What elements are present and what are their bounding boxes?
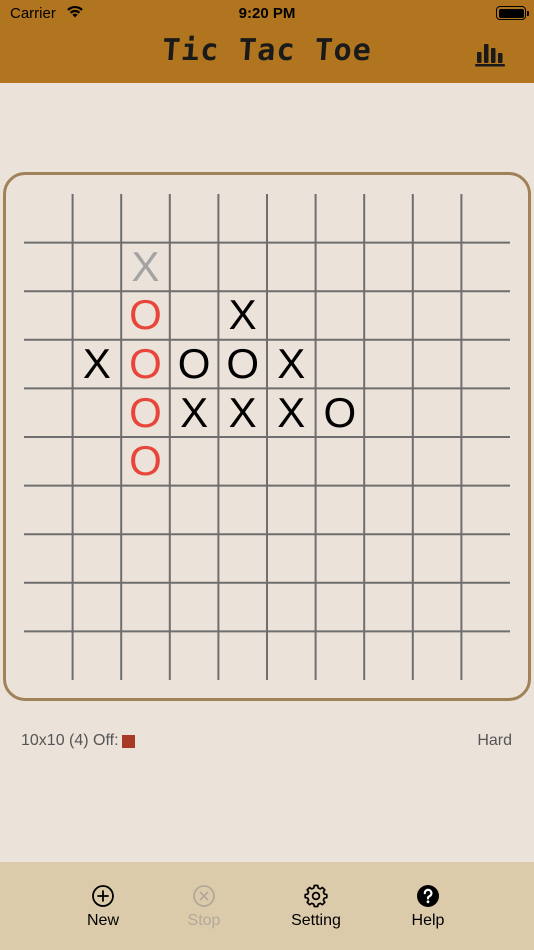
header: Carrier 9:20 PM Tic Tac Toe <box>0 0 534 83</box>
board-piece-x: X <box>228 388 257 436</box>
off-color-swatch <box>121 734 135 748</box>
status-bar: Carrier 9:20 PM <box>0 0 534 28</box>
board-piece-x: X <box>180 388 209 436</box>
board-piece-x: X <box>277 388 306 436</box>
setting-label: Setting <box>291 912 341 929</box>
help-icon <box>417 885 439 907</box>
board-grid <box>24 194 510 680</box>
help-button[interactable]: Help <box>383 884 473 930</box>
stop-button[interactable]: Stop <box>159 884 249 930</box>
difficulty-label: Hard <box>477 732 512 749</box>
x-circle-icon <box>193 885 215 907</box>
bottom-toolbar: New Stop Setting Help <box>0 862 534 950</box>
board-piece-o: O <box>323 388 357 436</box>
board-piece-o: O <box>226 340 260 388</box>
battery-icon <box>496 6 529 20</box>
game-board[interactable]: XOXXOOOXOXXXOO <box>24 194 510 680</box>
app: Carrier 9:20 PM Tic Tac Toe XOXXOOOXOXXX… <box>0 0 534 950</box>
new-button[interactable]: New <box>58 884 148 930</box>
game-mode-info: 10x10 (4) Off: <box>21 732 135 750</box>
setting-button[interactable]: Setting <box>271 884 361 930</box>
board-piece-x: X <box>228 291 257 339</box>
gear-icon <box>304 884 328 908</box>
page-title: Tic Tac Toe <box>160 33 374 68</box>
board-piece-o: O <box>129 340 162 388</box>
mode-label: 10x10 (4) Off: <box>21 732 119 749</box>
stats-button[interactable] <box>474 40 506 68</box>
board-piece-o: O <box>129 437 162 485</box>
help-label: Help <box>411 912 445 929</box>
board-piece-o: O <box>129 388 162 436</box>
board-piece-x: X <box>131 242 160 290</box>
board-piece-x: X <box>277 340 306 388</box>
plus-circle-icon <box>92 885 114 907</box>
clock: 9:20 PM <box>238 5 296 22</box>
board-piece-o: O <box>177 340 211 388</box>
bar-chart-icon <box>475 44 505 67</box>
stop-label: Stop <box>187 912 221 929</box>
board-piece-o: O <box>129 291 162 339</box>
board-piece-x: X <box>82 340 111 388</box>
new-label: New <box>86 912 119 929</box>
